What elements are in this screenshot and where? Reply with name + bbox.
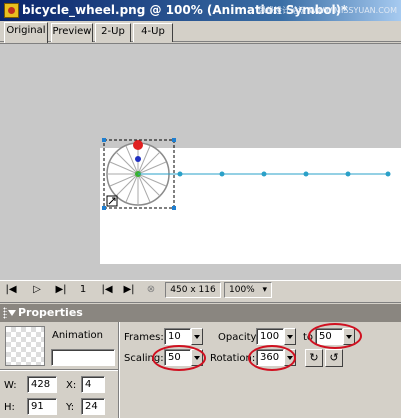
selection-handle <box>102 138 106 142</box>
y-field[interactable]: 24 <box>81 398 105 415</box>
rotate-clockwise-icon[interactable]: ↻ <box>305 349 323 367</box>
y-label: Y: <box>66 402 75 413</box>
zoom-value: 100% <box>229 285 255 295</box>
opacity-label: Opacity: <box>218 332 260 343</box>
rotate-counterclockwise-icon[interactable]: ↺ <box>325 349 343 367</box>
highlight-ring <box>248 345 296 371</box>
width-label: W: <box>4 380 17 391</box>
tab-original[interactable]: Original <box>4 22 48 43</box>
window-titlebar: bicycle_wheel.png @ 100% (Animation Symb… <box>0 0 401 21</box>
last-frame-icon[interactable]: ▶| <box>122 283 136 297</box>
highlight-ring <box>308 323 362 349</box>
canvas-artwork <box>102 138 391 210</box>
highlight-ring <box>152 345 206 371</box>
view-tabs: Original Preview 2-Up 4-Up <box>0 21 401 43</box>
previous-frame-icon[interactable]: |◀ <box>100 283 114 297</box>
properties-title: Properties <box>18 306 83 319</box>
height-label: H: <box>4 402 15 413</box>
opacity-from-slider-button[interactable] <box>284 328 296 345</box>
selection-handle <box>172 138 176 142</box>
playback-bar: |◀ ▷ ▶| 1 |◀ ▶| ⊗ 450 x 116 100% ▾ <box>0 280 401 298</box>
fireworks-document-icon <box>4 3 19 18</box>
symbol-name-field[interactable] <box>51 349 115 366</box>
first-frame-icon[interactable]: |◀ <box>4 283 18 297</box>
zoom-select[interactable]: 100% ▾ <box>224 282 272 298</box>
properties-panel-header[interactable]: Properties <box>0 304 401 322</box>
x-label: X: <box>66 380 77 391</box>
canvas-size-readout: 450 x 116 <box>165 282 221 298</box>
frames-field[interactable]: 10 <box>164 328 191 345</box>
height-field[interactable]: 91 <box>27 398 57 415</box>
frames-slider-button[interactable] <box>191 328 203 345</box>
frame-number: 1 <box>79 284 87 295</box>
object-type-label: Animation <box>52 330 103 341</box>
stop-icon[interactable]: ⊗ <box>144 283 158 297</box>
watermark-text: 思缘设计论坛 WWW.MISSYUAN.COM <box>258 6 397 15</box>
next-frame-icon[interactable]: ▶| <box>54 283 68 297</box>
chevron-down-icon: ▾ <box>262 285 267 295</box>
tab-preview[interactable]: Preview <box>51 23 93 42</box>
tab-2-up[interactable]: 2-Up <box>95 23 131 42</box>
width-field[interactable]: 428 <box>27 376 57 393</box>
tab-4-up[interactable]: 4-Up <box>133 23 173 42</box>
object-thumbnail <box>5 326 45 366</box>
divider <box>0 369 118 371</box>
collapse-triangle-icon[interactable] <box>8 310 16 316</box>
document-workspace <box>0 43 401 280</box>
x-field[interactable]: 4 <box>81 376 105 393</box>
selection-handle <box>172 206 176 210</box>
selection-handle <box>102 206 106 210</box>
panel-divider[interactable] <box>0 298 401 303</box>
grip-icon[interactable] <box>3 307 7 319</box>
play-icon[interactable]: ▷ <box>30 283 44 297</box>
divider <box>118 322 120 418</box>
frames-label: Frames: <box>124 332 164 343</box>
bicycle-wheel-graphic <box>106 140 170 206</box>
opacity-from-field[interactable]: 100 <box>256 328 284 345</box>
properties-panel: Animation W: 428 X: 4 H: 91 Y: 24 Frames… <box>0 322 401 418</box>
